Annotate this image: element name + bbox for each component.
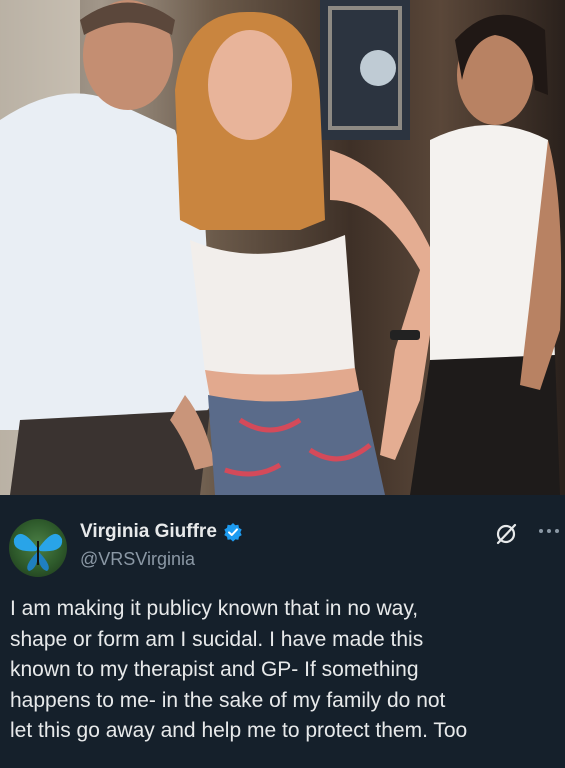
author-handle[interactable]: @VRSVirginia [80, 549, 195, 570]
tweet-body-text: I am making it publicy known that in no … [10, 597, 468, 742]
more-options-icon[interactable] [535, 520, 563, 542]
tweet-photo[interactable] [0, 0, 565, 495]
author-display-name[interactable]: Virginia Giuffre [80, 521, 217, 543]
photo-illustration [0, 0, 562, 495]
grok-slash-icon[interactable] [494, 521, 520, 547]
butterfly-icon [13, 533, 63, 571]
author-name-row[interactable]: Virginia Giuffre [80, 519, 243, 545]
verified-badge-icon[interactable] [223, 522, 243, 542]
user-avatar[interactable] [9, 519, 67, 577]
